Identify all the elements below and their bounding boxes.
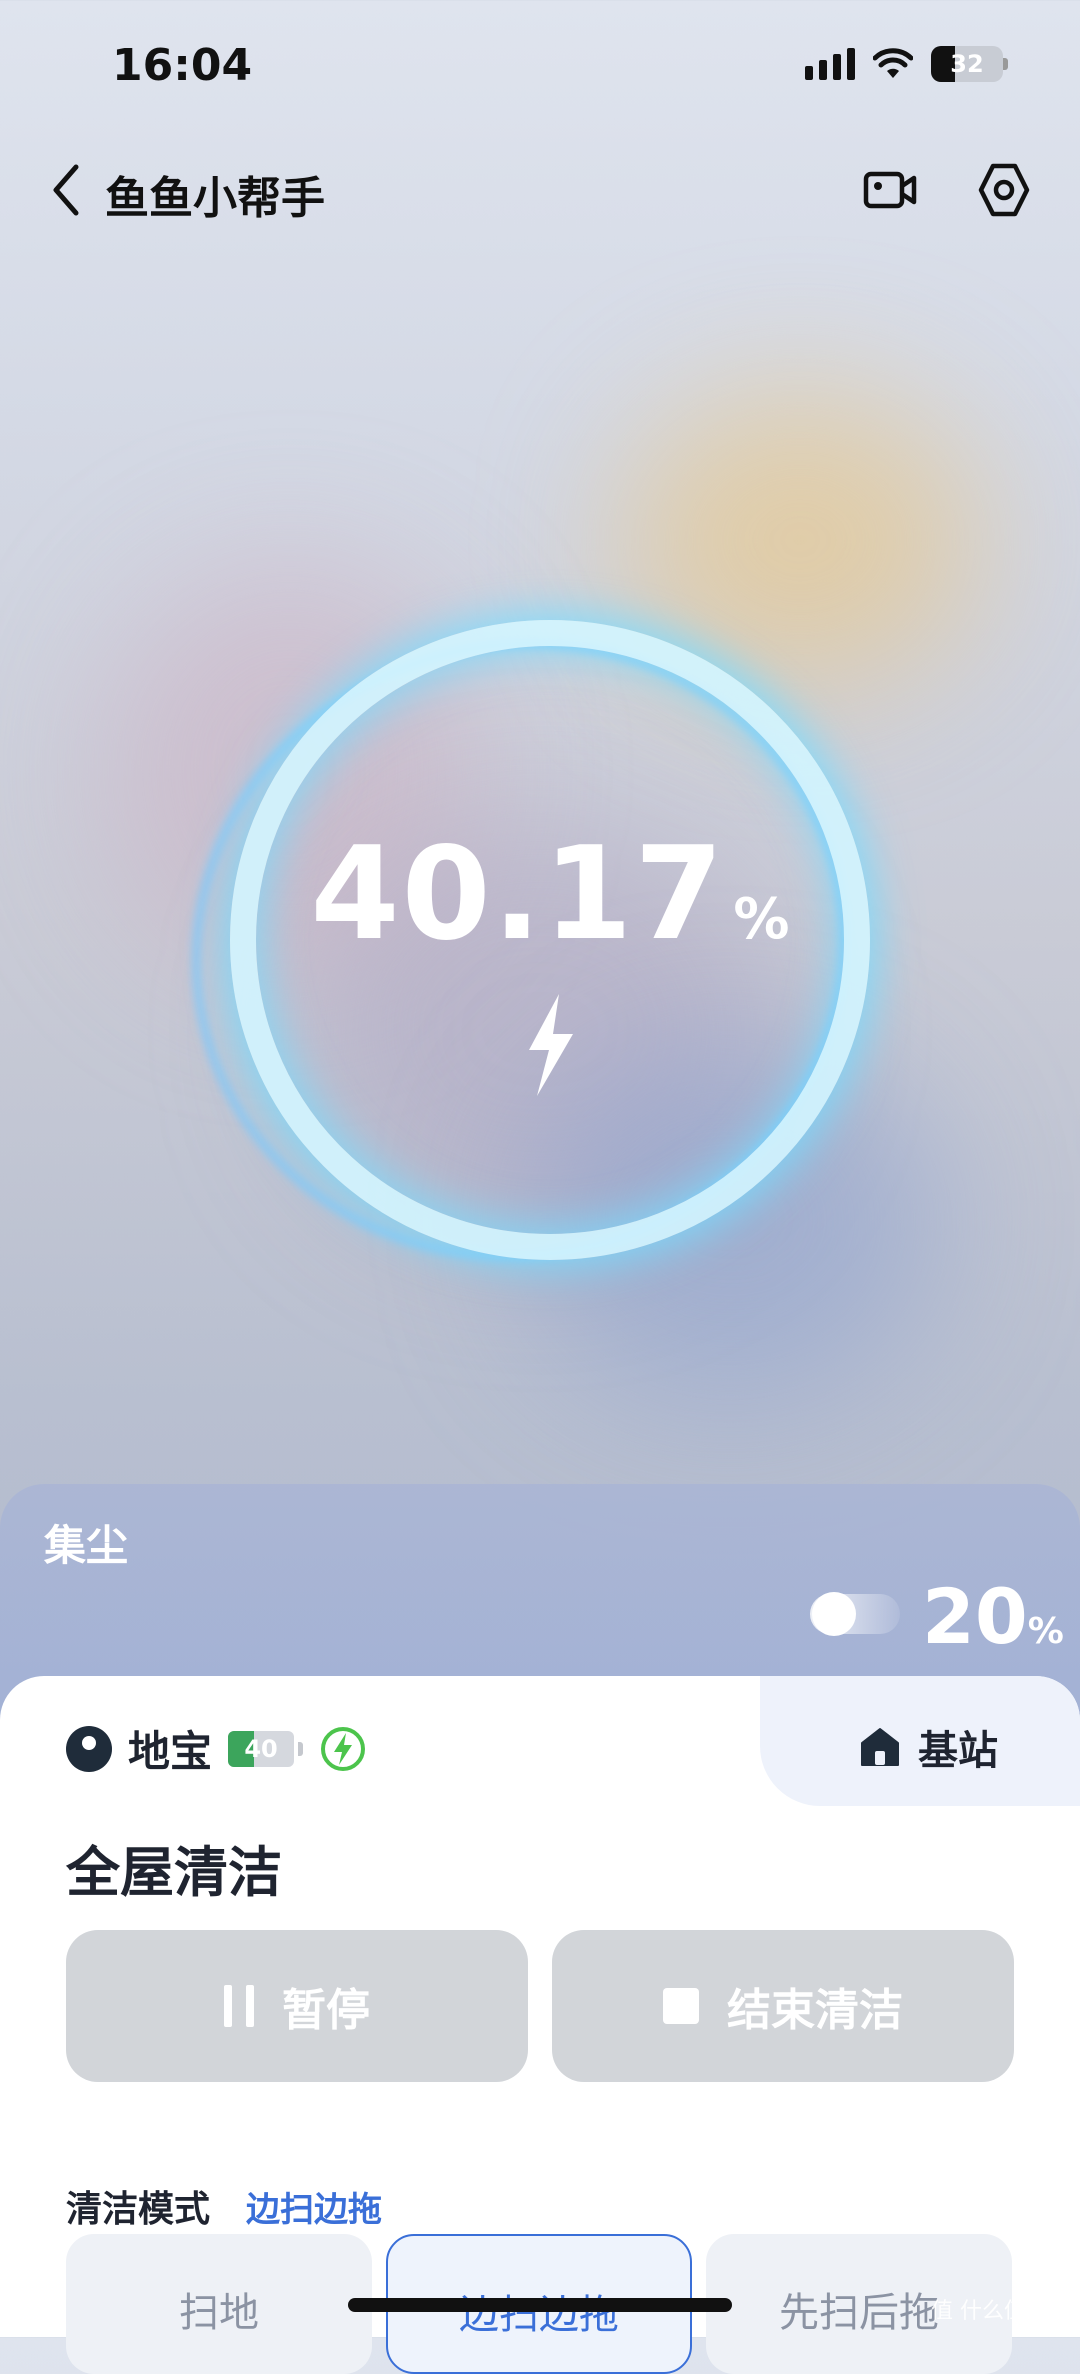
dust-label: 集尘	[44, 1521, 129, 1570]
mode-option-sweep[interactable]: 扫地	[66, 2234, 372, 2374]
dust-toggle[interactable]	[790, 1584, 900, 1644]
stop-icon	[663, 1988, 699, 2024]
battery-level: 32	[950, 50, 984, 78]
control-sheet: 地宝 40 基站 全屋清洁 暂停 结束清洁 清洁模式 边扫边拖 扫地 边扫边拖 …	[0, 1676, 1080, 2374]
charging-icon	[321, 1726, 366, 1771]
toggle-knob	[812, 1592, 856, 1636]
section-title: 全屋清洁	[66, 1841, 282, 1904]
dust-value: 20%	[922, 1572, 1064, 1661]
end-label: 结束清洁	[727, 1985, 903, 2036]
robot-name: 地宝	[128, 1727, 213, 1776]
pause-label: 暂停	[282, 1985, 370, 2036]
page-title: 鱼鱼小帮手	[105, 173, 325, 224]
robot-battery: 40	[228, 1730, 295, 1767]
wifi-icon	[873, 48, 913, 78]
status-time: 16:04	[112, 40, 253, 91]
home-icon	[861, 1728, 899, 1766]
header: 鱼鱼小帮手	[0, 150, 1080, 230]
settings-button[interactable]	[974, 160, 1034, 220]
dust-unit: %	[1027, 1611, 1064, 1652]
robot-battery-level: 40	[244, 1734, 278, 1763]
watermark: 值 什么值得买	[931, 2299, 1070, 2324]
robot-icon	[66, 1725, 112, 1772]
charging-ring: 40.17%	[121, 565, 919, 1335]
charge-value: 40.17	[310, 820, 726, 969]
end-cleaning-button[interactable]: 结束清洁	[552, 1930, 1014, 2082]
tab-robot[interactable]: 地宝 40	[66, 1718, 367, 1779]
pause-button[interactable]: 暂停	[66, 1930, 528, 2082]
base-label: 基站	[918, 1728, 998, 1774]
charge-unit: %	[733, 887, 790, 952]
chevron-left-icon	[53, 164, 79, 216]
mode-current: 边扫边拖	[246, 2190, 382, 2230]
back-button[interactable]	[40, 160, 90, 220]
video-camera-icon	[863, 171, 917, 209]
tab-base[interactable]: 基站	[858, 1718, 998, 1776]
gear-icon	[978, 163, 1030, 217]
dust-number: 20	[922, 1572, 1028, 1661]
charge-percent: 40.17%	[190, 820, 910, 969]
home-indicator[interactable]	[348, 2298, 732, 2312]
signal-icon	[805, 48, 855, 80]
pause-icon	[224, 1985, 254, 2027]
status-icons: 32	[805, 46, 1008, 82]
video-button[interactable]	[860, 160, 920, 220]
battery-icon: 32	[931, 46, 1008, 82]
lightning-icon	[529, 994, 573, 1096]
mode-label: 清洁模式	[66, 2189, 211, 2230]
